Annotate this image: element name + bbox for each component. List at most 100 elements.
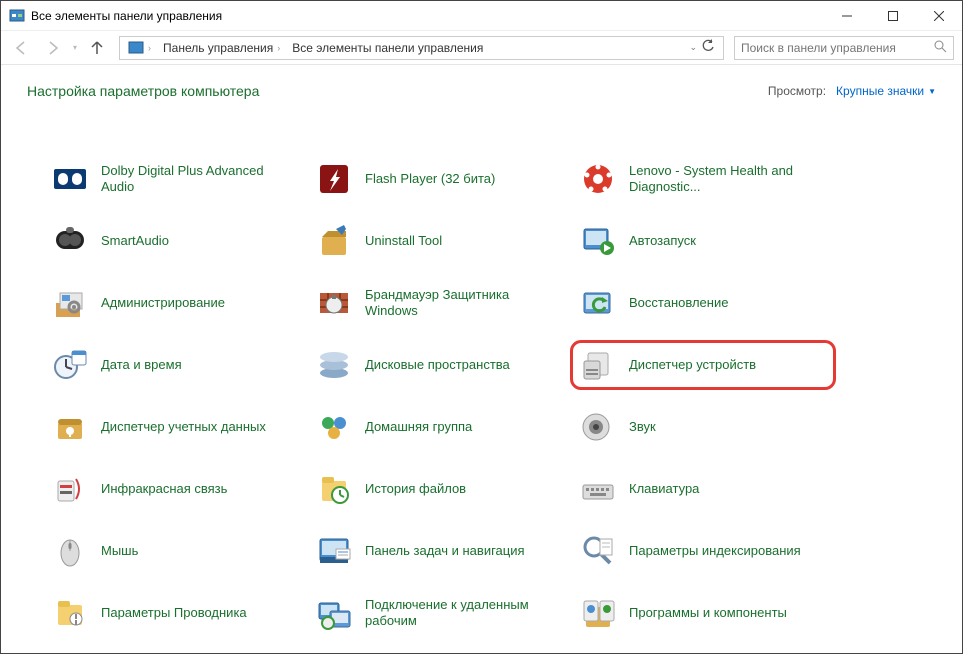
homegroup-icon	[315, 408, 353, 446]
breadcrumb-all-items[interactable]: Все элементы панели управления	[286, 41, 489, 55]
autoplay-icon	[579, 222, 617, 260]
window-controls	[824, 1, 962, 30]
page-title: Настройка параметров компьютера	[27, 83, 259, 99]
cp-item-label: Клавиатура	[629, 481, 699, 497]
cp-item-label: Администрирование	[101, 295, 225, 311]
smartaudio-icon	[51, 222, 89, 260]
cp-item-mouse[interactable]: Мышь	[45, 529, 305, 573]
indexing-icon	[579, 532, 617, 570]
navigation-bar: ▾ › Панель управления› Все элементы пане…	[1, 31, 962, 65]
cp-item-autoplay[interactable]: Автозапуск	[573, 219, 833, 263]
cp-item-label: Подключение к удаленным рабочим	[365, 597, 545, 630]
titlebar: Все элементы панели управления	[1, 1, 962, 31]
cp-item-taskbar[interactable]: Панель задач и навигация	[309, 529, 569, 573]
cp-item-homegroup[interactable]: Домашняя группа	[309, 405, 569, 449]
sound-icon	[579, 408, 617, 446]
cp-item-storage[interactable]: Дисковые пространства	[309, 343, 569, 387]
cp-item-label: Звук	[629, 419, 656, 435]
cp-item-label: Программы и компоненты	[629, 605, 787, 621]
address-bar[interactable]: › Панель управления› Все элементы панели…	[119, 36, 724, 60]
taskbar-icon	[315, 532, 353, 570]
storage-icon	[315, 346, 353, 384]
creds-icon	[51, 408, 89, 446]
items-grid: Dolby Digital Plus Advanced Audio Flash P…	[45, 157, 952, 653]
cp-item-label: Панель задач и навигация	[365, 543, 525, 559]
cp-item-label: Дата и время	[101, 357, 182, 373]
cp-item-remote[interactable]: Подключение к удаленным рабочим	[309, 591, 569, 635]
cp-item-programs[interactable]: Программы и компоненты	[573, 591, 833, 635]
window-title: Все элементы панели управления	[31, 9, 824, 23]
items-scroll-area[interactable]: Dolby Digital Plus Advanced Audio Flash P…	[1, 133, 962, 653]
mouse-icon	[51, 532, 89, 570]
cp-item-uninstall[interactable]: Uninstall Tool	[309, 219, 569, 263]
cp-item-label: Параметры индексирования	[629, 543, 801, 559]
cp-item-label: Flash Player (32 бита)	[365, 171, 495, 187]
view-label: Просмотр:	[768, 84, 826, 98]
cp-item-label: Инфракрасная связь	[101, 481, 227, 497]
keyboard-icon	[579, 470, 617, 508]
breadcrumb-control-panel[interactable]: Панель управления›	[157, 41, 286, 55]
cp-item-flash[interactable]: Flash Player (32 бита)	[309, 157, 569, 201]
breadcrumb-icon: ›	[122, 40, 157, 56]
cp-item-label: Мышь	[101, 543, 138, 559]
cp-item-filehistory[interactable]: История файлов	[309, 467, 569, 511]
cp-item-devmgr[interactable]: Диспетчер устройств	[573, 343, 833, 387]
forward-button[interactable]	[41, 36, 65, 60]
lenovo-icon	[579, 160, 617, 198]
cp-item-admin[interactable]: Администрирование	[45, 281, 305, 325]
cp-item-firewall[interactable]: Брандмауэр Защитника Windows	[309, 281, 569, 325]
history-dropdown[interactable]: ⌄	[689, 42, 697, 53]
chevron-down-icon: ▼	[928, 87, 936, 96]
up-button[interactable]	[85, 36, 109, 60]
view-selector[interactable]: Крупные значки ▼	[836, 84, 936, 98]
cp-item-label: Восстановление	[629, 295, 728, 311]
maximize-button[interactable]	[870, 1, 916, 30]
recovery-icon	[579, 284, 617, 322]
cp-item-dolby[interactable]: Dolby Digital Plus Advanced Audio	[45, 157, 305, 201]
recent-dropdown[interactable]: ▾	[73, 43, 77, 52]
search-input[interactable]	[741, 41, 934, 55]
infrared-icon	[51, 470, 89, 508]
cp-item-label: Брандмауэр Защитника Windows	[365, 287, 545, 320]
cp-item-label: Диспетчер устройств	[629, 357, 756, 373]
search-icon	[934, 40, 947, 56]
cp-item-sound[interactable]: Звук	[573, 405, 833, 449]
cp-item-label: Uninstall Tool	[365, 233, 442, 249]
explorer-icon	[51, 594, 89, 632]
cp-item-lenovo[interactable]: Lenovo - System Health and Diagnostic...	[573, 157, 833, 201]
cp-item-label: SmartAudio	[101, 233, 169, 249]
cp-item-label: Дисковые пространства	[365, 357, 510, 373]
minimize-button[interactable]	[824, 1, 870, 30]
cp-item-infrared[interactable]: Инфракрасная связь	[45, 467, 305, 511]
cp-item-label: Автозапуск	[629, 233, 696, 249]
cp-item-label: Диспетчер учетных данных	[101, 419, 266, 435]
flash-icon	[315, 160, 353, 198]
cp-item-explorer[interactable]: Параметры Проводника	[45, 591, 305, 635]
refresh-button[interactable]	[701, 39, 715, 56]
cp-item-smartaudio[interactable]: SmartAudio	[45, 219, 305, 263]
devmgr-icon	[579, 346, 617, 384]
page-header: Настройка параметров компьютера Просмотр…	[1, 65, 962, 107]
cp-item-label: Параметры Проводника	[101, 605, 247, 621]
firewall-icon	[315, 284, 353, 322]
remote-icon	[315, 594, 353, 632]
cp-item-label: Домашняя группа	[365, 419, 472, 435]
dolby-icon	[51, 160, 89, 198]
window-icon	[9, 8, 25, 24]
uninstall-icon	[315, 222, 353, 260]
cp-item-recovery[interactable]: Восстановление	[573, 281, 833, 325]
cp-item-creds[interactable]: Диспетчер учетных данных	[45, 405, 305, 449]
close-button[interactable]	[916, 1, 962, 30]
control-panel-window: Все элементы панели управления ▾ › Панел…	[0, 0, 963, 654]
cp-item-label: Lenovo - System Health and Diagnostic...	[629, 163, 809, 196]
search-box[interactable]	[734, 36, 954, 60]
admin-icon	[51, 284, 89, 322]
cp-item-datetime[interactable]: Дата и время	[45, 343, 305, 387]
back-button[interactable]	[9, 36, 33, 60]
filehistory-icon	[315, 470, 353, 508]
cp-item-label: Dolby Digital Plus Advanced Audio	[101, 163, 281, 196]
programs-icon	[579, 594, 617, 632]
cp-item-keyboard[interactable]: Клавиатура	[573, 467, 833, 511]
cp-item-label: История файлов	[365, 481, 466, 497]
cp-item-indexing[interactable]: Параметры индексирования	[573, 529, 833, 573]
